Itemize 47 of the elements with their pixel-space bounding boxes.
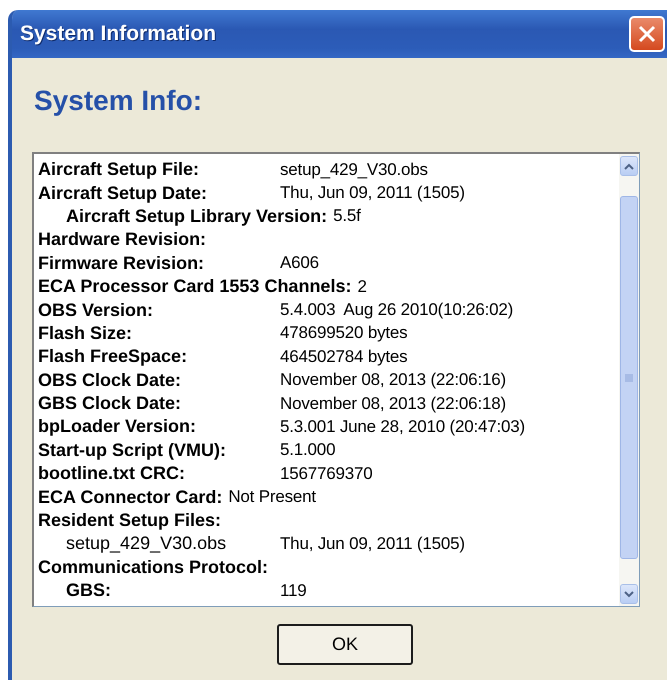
field-value: Not Present [228,487,316,508]
field-value: 5.1.000 [280,440,336,460]
field-label: Aircraft Setup File: [38,159,200,180]
field-label: ECA Connector Card: [38,486,222,508]
field-label: GBS Clock Date: [38,393,182,414]
field-label: OBS Clock Date: [38,370,182,391]
chevron-down-icon [624,590,634,598]
field-label: OBS Version: [38,300,154,321]
field-label: setup_429_V30.obs [66,533,228,554]
field-label: Resident Setup Files: [38,510,222,532]
scroll-thumb[interactable] [620,196,638,559]
scroll-up-button[interactable] [620,156,638,176]
close-icon [637,24,657,44]
field-value: setup_429_V30.obs [280,160,428,180]
close-button[interactable] [629,16,665,52]
field-value: 119 [280,580,307,601]
field-label: Aircraft Setup Date: [38,182,208,204]
field-value: November 08, 2013 (22:06:18) [280,394,506,414]
chevron-up-icon [624,162,634,170]
field-label: ECA Processor Card 1553 Channels: [38,276,352,298]
field-label: Flash Size: [38,322,134,344]
scroll-down-button[interactable] [620,584,638,604]
field-value: Thu, Jun 09, 2011 (1505) [280,534,465,554]
field-label: Start-up Script (VMU): [38,440,227,461]
field-label: Firmware Revision: [38,252,206,274]
field-label: bootline.txt CRC: [38,463,186,484]
field-label: bpLoader Version: [38,416,198,438]
ok-button[interactable]: OK [277,624,413,665]
field-label: Hardware Revision: [38,229,208,250]
window-title: System Information [20,22,216,46]
field-value: A606 [280,253,319,274]
field-label: GBS: [66,580,112,602]
field-value: 5.5f [333,206,361,226]
field-value: 5.4.003 Aug 26 2010(10:26:02) [280,300,514,320]
field-value: 2 [357,276,367,297]
field-value: November 08, 2013 (22:06:16) [280,370,506,390]
field-value: 464502784 bytes [280,346,408,367]
field-label: Aircraft Setup Library Version: [66,206,328,227]
section-heading: System Info: [34,84,204,118]
field-value: 1567769370 [280,464,373,484]
field-value: 5.3.001 June 28, 2010 (20:47:03) [280,416,526,437]
field-value: Thu, Jun 09, 2011 (1505) [280,183,465,204]
scrollbar[interactable] [619,154,639,606]
field-value: 478699520 bytes [280,323,408,344]
field-label: Flash FreeSpace: [38,346,188,368]
field-label: Communications Protocol: [38,556,270,578]
grip-icon [625,374,633,382]
